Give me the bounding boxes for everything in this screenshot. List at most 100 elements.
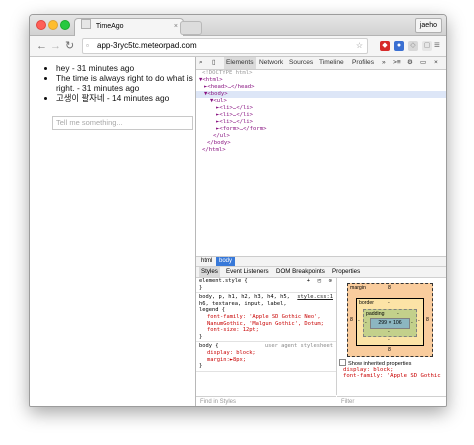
css-property[interactable]: font-size: 12pt; [207,327,259,333]
margin-bottom-value: 8 [388,347,391,353]
padding-value: - [388,329,390,335]
dom-node[interactable]: ►<li>…</li> [196,105,446,112]
tab-timeago[interactable]: TimeAgo × [74,18,184,36]
box-model-padding[interactable]: padding - - - - 299 × 106 [363,309,417,337]
address-bar[interactable]: ▫ app-3ryc5tc.meteorpad.com ☆ [82,38,368,54]
list-item: 고생이 팔자네 - 14 minutes ago [56,93,195,103]
dom-node[interactable]: ►<form>…</form> [196,126,446,133]
rule-source-link[interactable]: style.css:1 [297,294,333,301]
tab-styles[interactable]: Styles [199,267,220,277]
checkbox-icon[interactable] [339,359,346,366]
tab-properties[interactable]: Properties [332,267,360,277]
box-model-border[interactable]: border - - - - padding - - - - 299 × 106 [356,298,424,346]
margin-left-value: 8 [350,317,353,323]
page-content: hey - 31 minutes ago The time is always … [30,57,195,406]
crumb-html[interactable]: html [198,257,215,266]
rule-source-label: user agent stylesheet [264,343,333,350]
tab-network[interactable]: Network [259,57,283,69]
show-inherited-row[interactable]: Show inherited properties display: block… [339,359,441,379]
find-in-styles-input[interactable]: Find in Styles [196,396,336,406]
new-rule-icon[interactable]: + [307,278,310,285]
minimize-window-button[interactable] [48,20,58,30]
user-agent-rule[interactable]: body { user agent stylesheet display: bl… [196,342,336,372]
margin-label: margin [350,285,366,291]
tab-event-listeners[interactable]: Event Listeners [226,267,269,277]
dock-side-icon[interactable]: ▭ [420,57,426,69]
ublock-extension-icon[interactable]: ◆ [380,41,390,51]
css-property[interactable]: font-family: 'Apple SD Gothic Neo', Nanu… [207,314,324,327]
dom-node[interactable]: ►<head>…</head> [196,84,446,91]
url-text: app-3ryc5tc.meteorpad.com [97,41,197,50]
list-item: The time is always right to do what is r… [56,73,195,93]
padding-value: - [365,320,367,326]
css-property: font-family: 'Apple SD Gothic [343,373,441,379]
profile-button[interactable]: jaeho [414,18,442,33]
inspect-element-icon[interactable]: ⌕ [199,57,203,69]
message-list: hey - 31 minutes ago The time is always … [30,57,195,103]
devtools-panel: ⌕ ▯ Elements Network Sources Timeline Pr… [195,57,446,406]
dom-node[interactable]: </ul> [196,133,446,140]
margin-top-value: 8 [388,285,391,291]
border-value: - [358,318,360,324]
dom-node[interactable]: ▼<ul> [196,98,446,105]
dom-node[interactable]: </body> [196,140,446,147]
rule-close: } [199,284,203,291]
dom-node[interactable]: ►<li>…</li> [196,119,446,126]
forward-arrow-icon[interactable]: → [50,38,61,54]
console-drawer-icon[interactable]: >≡ [393,57,401,69]
settings-gear-icon[interactable]: ⚙ [407,57,413,69]
browser-window: TimeAgo × jaeho ← → ↻ ▫ app-3ryc5tc.mete… [29,14,447,407]
close-devtools-icon[interactable]: × [434,57,438,69]
box-model-content[interactable]: 299 × 106 [370,318,410,329]
back-arrow-icon[interactable]: ← [36,38,47,54]
dom-node-selected[interactable]: ▼<body> [196,91,446,98]
message-input[interactable]: Tell me something... [52,116,193,130]
extension-blue-icon[interactable]: ● [394,41,404,51]
border-value: - [388,300,390,306]
extension-grey-icon[interactable]: ▢ [422,41,432,51]
dom-node[interactable]: </html> [196,147,446,154]
css-property: margin:►8px; [207,356,246,363]
color-format-icon[interactable]: ⊙ [329,278,332,285]
bookmark-star-icon[interactable]: ☆ [356,39,363,53]
reload-icon[interactable]: ↻ [65,38,74,54]
new-tab-button[interactable] [180,21,202,35]
close-window-button[interactable] [36,20,46,30]
devtools-tabbar: ⌕ ▯ Elements Network Sources Timeline Pr… [196,57,446,70]
browser-toolbar: ← → ↻ ▫ app-3ryc5tc.meteorpad.com ☆ ◆ ● … [30,36,446,57]
dom-node[interactable]: ▼<html> [196,77,446,84]
element-style-rule[interactable]: element.style { } + ◰ ⊙ [196,277,336,294]
dom-tree: <!DOCTYPE html> ▼<html> ►<head>…</head> … [196,70,446,154]
tab-title: TimeAgo [95,23,124,30]
page-info-icon: ▫ [86,41,89,50]
tab-profiles[interactable]: Profiles [352,57,374,69]
menu-icon[interactable]: ≡ [434,38,440,54]
border-label: border [359,300,374,306]
dom-node[interactable]: ►<li>…</li> [196,112,446,119]
box-model-pane: margin 8 8 8 8 border - - - - padding - … [337,277,446,406]
filter-input[interactable]: Filter [337,396,446,406]
dom-node[interactable]: <!DOCTYPE html> [196,70,446,77]
padding-label: padding [366,311,385,317]
tab-sources[interactable]: Sources [289,57,313,69]
tab-close-icon[interactable]: × [174,19,178,35]
box-model-margin[interactable]: margin 8 8 8 8 border - - - - padding - … [347,283,433,357]
more-tabs-icon[interactable]: » [382,57,386,69]
border-value: - [388,337,390,343]
border-value: - [418,318,420,324]
style-rule[interactable]: body, p, h1, h2, h3, h4, h5, h6, textare… [196,293,336,343]
padding-value: - [397,311,399,317]
device-mode-icon[interactable]: ▯ [212,57,216,69]
margin-right-value: 8 [426,317,429,323]
tab-timeline[interactable]: Timeline [319,57,344,69]
padding-value: - [411,320,413,326]
zoom-window-button[interactable] [60,20,70,30]
page-favicon-icon [81,19,91,29]
breadcrumb: html body [196,256,446,266]
tab-elements[interactable]: Elements [224,57,256,69]
toggle-state-icon[interactable]: ◰ [318,278,321,285]
title-bar: TimeAgo × jaeho [30,15,446,36]
extension-shield-icon[interactable]: ◇ [408,41,418,51]
crumb-body[interactable]: body [216,257,236,266]
tab-dom-breakpoints[interactable]: DOM Breakpoints [276,267,325,277]
